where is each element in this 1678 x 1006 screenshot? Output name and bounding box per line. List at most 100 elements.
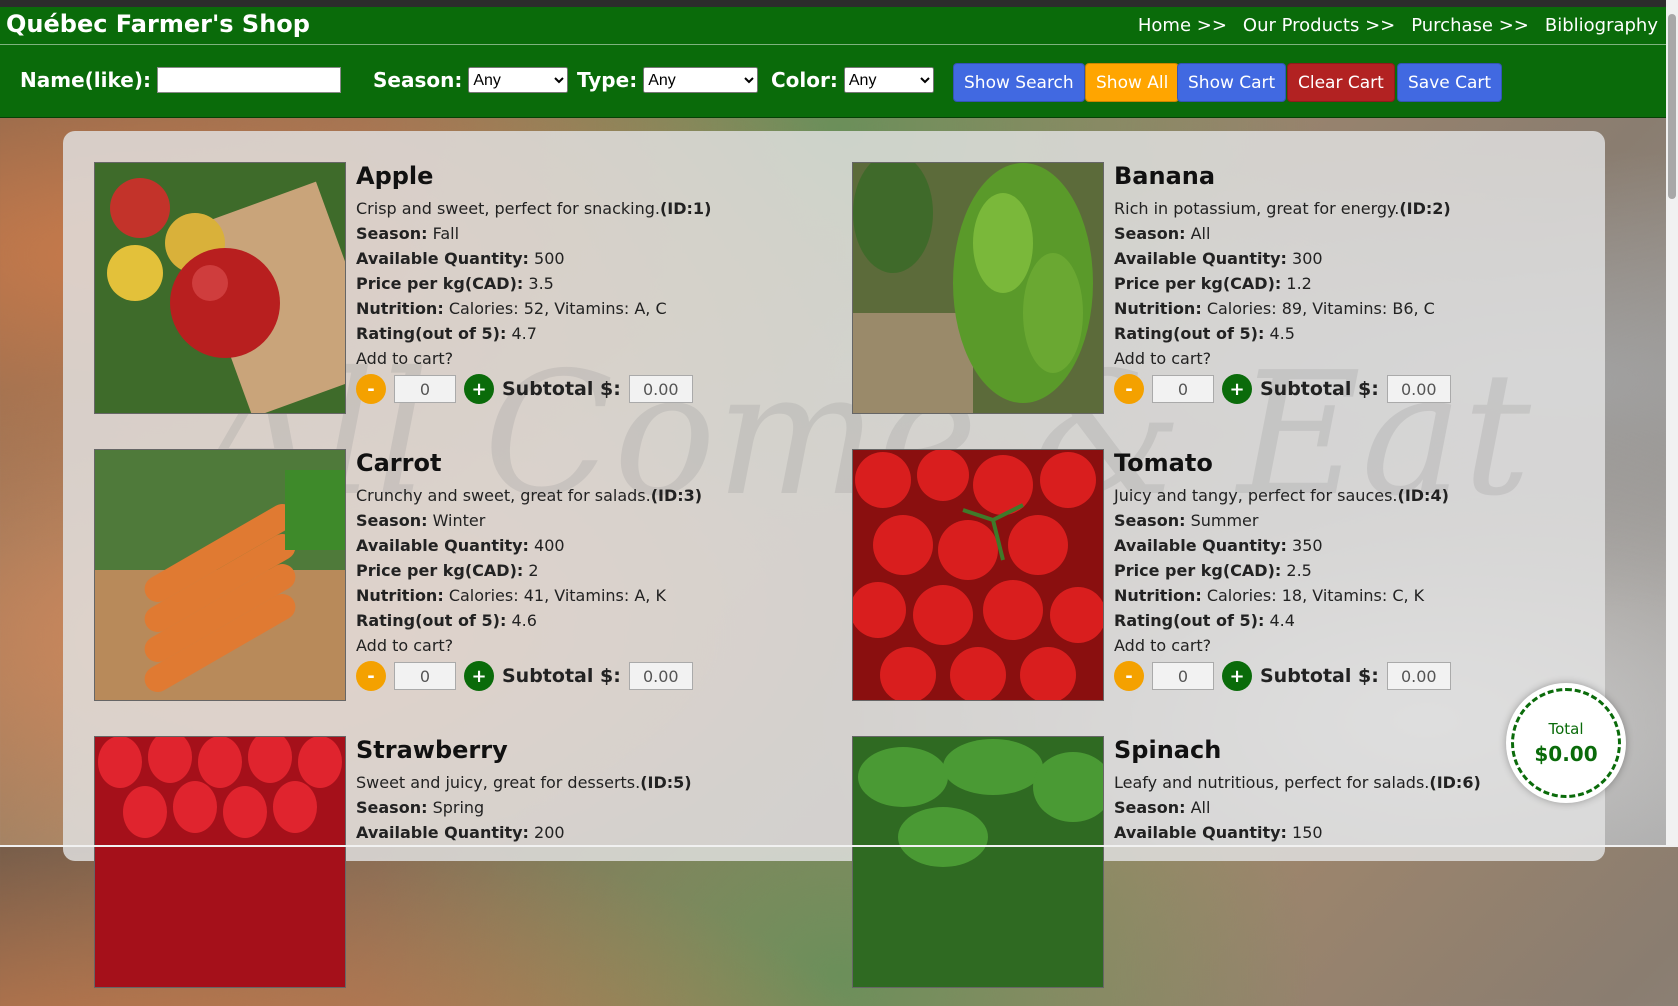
color-select[interactable]: Any	[843, 67, 934, 93]
nav-our-products[interactable]: Our Products >>	[1243, 15, 1395, 36]
product-desc: Crunchy and sweet, great for salads.	[356, 486, 651, 505]
qty-field-label: Available Quantity:	[1114, 823, 1287, 842]
add-to-cart-label: Add to cart?	[1114, 349, 1212, 368]
season-field-label: Season:	[356, 511, 428, 530]
nutrition-field-label: Nutrition:	[356, 586, 444, 605]
subtotal-label: Subtotal $:	[502, 665, 621, 687]
nav-home[interactable]: Home >>	[1138, 15, 1227, 36]
season-label: Season:	[373, 68, 463, 92]
product-panel: All Come & Eat Apple Crisp and sweet, pe…	[63, 131, 1605, 988]
decrement-button[interactable]: -	[356, 661, 386, 691]
product-card-tomato: Tomato Juicy and tangy, perfect for sauc…	[852, 449, 1532, 719]
save-cart-button[interactable]: Save Cart	[1397, 63, 1503, 102]
name-input[interactable]	[156, 67, 341, 93]
rating-value: 4.4	[1269, 611, 1295, 630]
qty-field-label: Available Quantity:	[356, 823, 529, 842]
price-value: 1.2	[1286, 274, 1312, 293]
add-to-cart-label: Add to cart?	[356, 349, 454, 368]
nutrition-value: Calories: 18, Vitamins: C, K	[1206, 586, 1425, 605]
product-desc: Sweet and juicy, great for desserts.	[356, 773, 641, 792]
strawberry-image	[94, 736, 346, 988]
product-desc: Crisp and sweet, perfect for snacking.	[356, 199, 660, 218]
decrement-button[interactable]: -	[1114, 661, 1144, 691]
quantity-input[interactable]: 0	[1152, 375, 1214, 403]
type-label: Type:	[577, 68, 638, 92]
quantity-input[interactable]: 0	[1152, 662, 1214, 690]
season-field-label: Season:	[1114, 798, 1186, 817]
season-value: All	[1190, 224, 1211, 243]
product-card-spinach: Spinach Leafy and nutritious, perfect fo…	[852, 736, 1532, 1006]
qty-field-label: Available Quantity:	[356, 536, 529, 555]
nav-purchase[interactable]: Purchase >>	[1411, 15, 1529, 36]
clear-cart-button[interactable]: Clear Cart	[1287, 63, 1395, 102]
product-name: Strawberry	[356, 736, 508, 764]
product-id: (ID:1)	[659, 199, 712, 218]
season-field-label: Season:	[356, 224, 428, 243]
nutrition-value: Calories: 52, Vitamins: A, C	[448, 299, 667, 318]
qty-field-label: Available Quantity:	[356, 249, 529, 268]
increment-button[interactable]: +	[464, 661, 494, 691]
season-value: Fall	[432, 224, 460, 243]
price-field-label: Price per kg(CAD):	[356, 274, 524, 293]
product-id: (ID:5)	[640, 773, 692, 792]
scrollbar-thumb[interactable]	[1668, 14, 1676, 199]
price-value: 2	[528, 561, 539, 580]
total-label: Total	[1548, 720, 1584, 738]
decrement-button[interactable]: -	[356, 374, 386, 404]
tomato-image	[852, 449, 1104, 701]
qty-value: 150	[1292, 823, 1323, 842]
decrement-button[interactable]: -	[1114, 374, 1144, 404]
increment-button[interactable]: +	[464, 374, 494, 404]
navbar: Québec Farmer's Shop Home >> Our Product…	[0, 7, 1666, 45]
subtotal-value: 0.00	[628, 662, 693, 690]
rating-value: 4.5	[1269, 324, 1295, 343]
nutrition-field-label: Nutrition:	[356, 299, 444, 318]
show-search-button[interactable]: Show Search	[953, 63, 1085, 102]
nutrition-value: Calories: 89, Vitamins: B6, C	[1206, 299, 1435, 318]
search-bar: Name(like): Season: Any Type: Any Color:…	[0, 45, 1666, 118]
qty-field-label: Available Quantity:	[1114, 249, 1287, 268]
product-name: Carrot	[356, 449, 442, 477]
season-value: Winter	[432, 511, 486, 530]
nav-bibliography[interactable]: Bibliography	[1545, 15, 1658, 36]
increment-button[interactable]: +	[1222, 374, 1252, 404]
rating-field-label: Rating(out of 5):	[1114, 324, 1265, 343]
name-filter: Name(like):	[20, 67, 341, 93]
increment-button[interactable]: +	[1222, 661, 1252, 691]
type-select[interactable]: Any	[643, 67, 759, 93]
product-name: Tomato	[1114, 449, 1213, 477]
product-id: (ID:4)	[1397, 486, 1449, 505]
product-name: Banana	[1114, 162, 1216, 190]
price-field-label: Price per kg(CAD):	[1114, 561, 1282, 580]
nutrition-value: Calories: 41, Vitamins: A, K	[448, 586, 666, 605]
subtotal-value: 0.00	[628, 375, 693, 403]
season-value: Spring	[432, 798, 485, 817]
product-desc: Rich in potassium, great for energy.	[1114, 199, 1400, 218]
product-id: (ID:3)	[650, 486, 703, 505]
subtotal-value: 0.00	[1386, 375, 1451, 403]
rating-field-label: Rating(out of 5):	[356, 611, 507, 630]
product-desc: Leafy and nutritious, perfect for salads…	[1114, 773, 1430, 792]
product-card-apple: Apple Crisp and sweet, perfect for snack…	[94, 162, 774, 432]
rating-value: 4.7	[511, 324, 537, 343]
name-label: Name(like):	[20, 68, 151, 92]
subtotal-label: Subtotal $:	[1260, 665, 1379, 687]
price-field-label: Price per kg(CAD):	[356, 561, 524, 580]
quantity-input[interactable]: 0	[394, 662, 456, 690]
show-cart-button[interactable]: Show Cart	[1177, 63, 1287, 102]
quantity-input[interactable]: 0	[394, 375, 456, 403]
show-all-button[interactable]: Show All	[1085, 63, 1180, 102]
season-value: All	[1190, 798, 1211, 817]
qty-value: 400	[534, 536, 565, 555]
total-value: $0.00	[1534, 742, 1598, 766]
rating-field-label: Rating(out of 5):	[356, 324, 507, 343]
rating-field-label: Rating(out of 5):	[1114, 611, 1265, 630]
cart-total-badge[interactable]: Total $0.00	[1506, 683, 1626, 803]
season-select[interactable]: Any	[468, 67, 569, 93]
subtotal-label: Subtotal $:	[1260, 378, 1379, 400]
type-filter: Type: Any	[577, 67, 759, 93]
brand-title: Québec Farmer's Shop	[6, 10, 310, 38]
vertical-scrollbar[interactable]	[1666, 0, 1678, 847]
product-id: (ID:2)	[1399, 199, 1451, 218]
product-name: Spinach	[1114, 736, 1222, 764]
